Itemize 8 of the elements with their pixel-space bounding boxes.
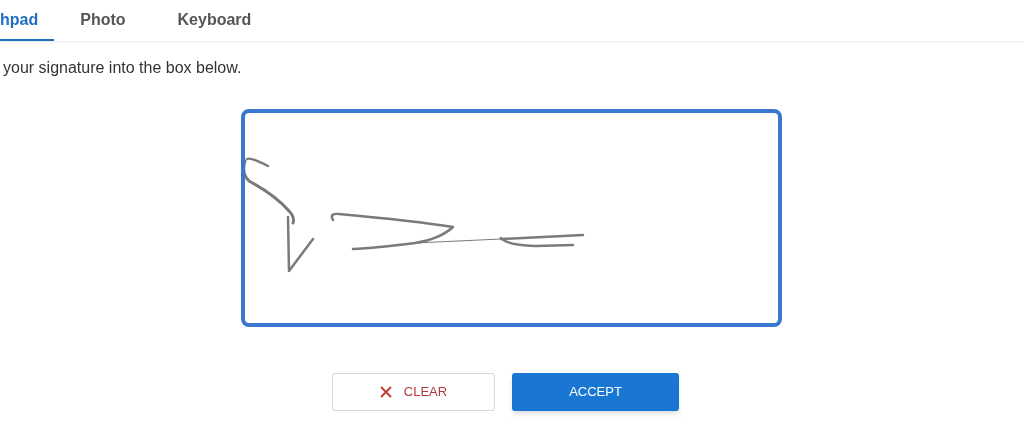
accept-button[interactable]: ACCEPT [512,373,679,411]
instruction-text: your signature into the box below. [3,58,243,78]
tab[interactable]: Photo [54,0,152,41]
tab[interactable]: hpad [0,0,55,41]
signature-pad[interactable] [240,109,782,327]
tab[interactable]: Keyboard [151,0,278,41]
close-icon [379,386,392,398]
clear-button[interactable]: CLEAR [332,373,495,411]
